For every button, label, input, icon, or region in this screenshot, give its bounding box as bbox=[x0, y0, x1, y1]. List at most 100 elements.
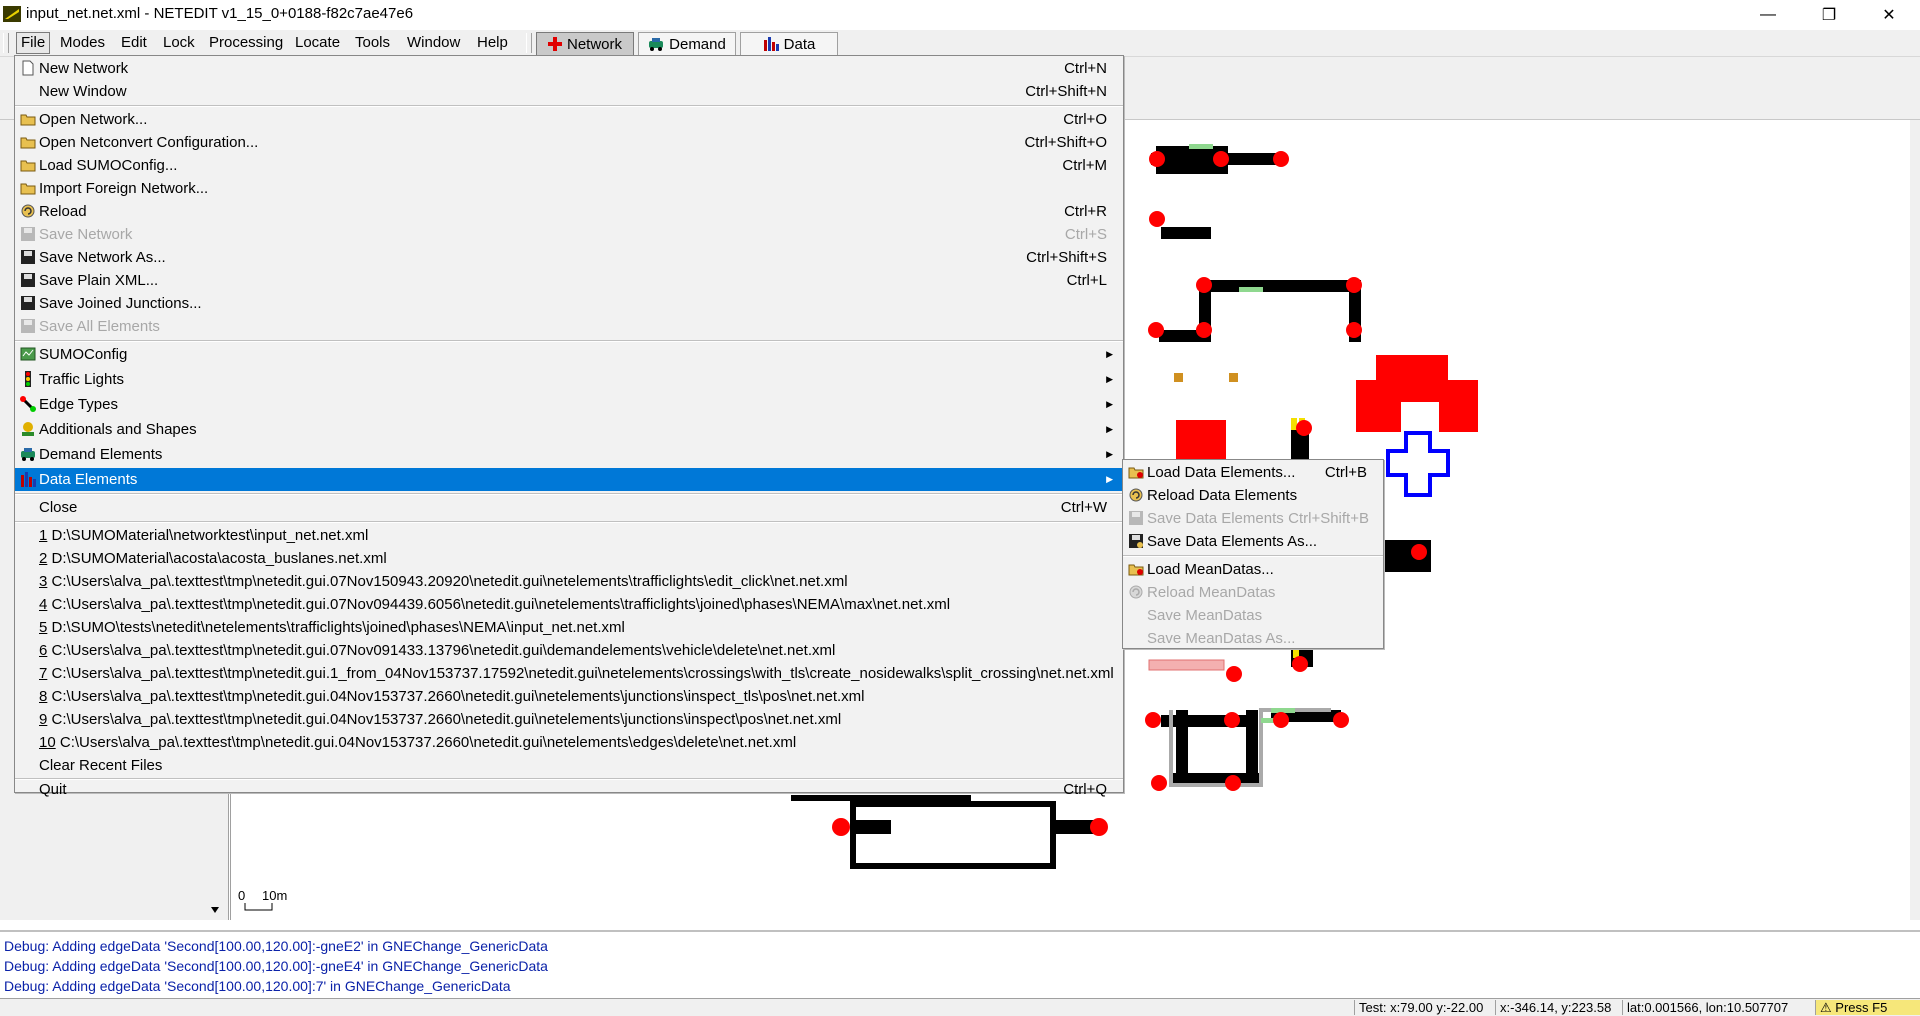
canvas-vertical-scrollbar[interactable] bbox=[1910, 120, 1920, 920]
menu-item-new-window[interactable]: New Window Ctrl+Shift+N bbox=[15, 80, 1123, 103]
save-icon bbox=[21, 273, 35, 287]
menu-item-load-sumoconfig[interactable]: Load SUMOConfig... Ctrl+M bbox=[15, 154, 1123, 177]
message-window: Debug: Adding edgeData 'Second[100.00,12… bbox=[0, 930, 1920, 1000]
menu-item-sumoconfig[interactable]: SUMOConfig ▶ bbox=[15, 343, 1123, 366]
menu-item-close[interactable]: Close Ctrl+W bbox=[15, 496, 1123, 519]
close-window-button[interactable]: ✕ bbox=[1866, 0, 1912, 30]
menu-item-demand-elements[interactable]: Demand Elements ▶ bbox=[15, 443, 1123, 466]
junction bbox=[1292, 656, 1308, 672]
submenu-arrow-icon: ▶ bbox=[1106, 374, 1113, 384]
junction bbox=[1213, 151, 1229, 167]
menu-window[interactable]: Window bbox=[403, 33, 464, 53]
polygon-cutout bbox=[1401, 402, 1439, 432]
junction bbox=[1148, 322, 1164, 338]
menu-item-label: Load SUMOConfig... bbox=[39, 157, 178, 174]
menu-item-open-netconvert-config[interactable]: Open Netconvert Configuration... Ctrl+Sh… bbox=[15, 131, 1123, 154]
recent-file-4[interactable]: 4 C:\Users\alva_pa\.texttest\tmp\netedit… bbox=[15, 593, 1123, 616]
submenu-arrow-icon: ▶ bbox=[1106, 449, 1113, 459]
menubar-grip-2 bbox=[526, 33, 532, 53]
menu-item-reload-data-elements[interactable]: Reload Data Elements bbox=[1123, 484, 1383, 507]
menu-edit[interactable]: Edit bbox=[117, 33, 151, 53]
menu-tools[interactable]: Tools bbox=[351, 33, 394, 53]
menu-item-save-network: Save Network Ctrl+S bbox=[15, 223, 1123, 246]
recent-file-1[interactable]: 1 D:\SUMOMaterial\networktest\input_net.… bbox=[15, 524, 1123, 547]
status-xy: x:-346.14, y:223.58 bbox=[1495, 1000, 1620, 1015]
recent-file-path: C:\Users\alva_pa\.texttest\tmp\netedit.g… bbox=[51, 711, 842, 728]
menu-file[interactable]: File bbox=[16, 32, 51, 54]
network-edge bbox=[1161, 715, 1255, 727]
network-edge bbox=[1161, 227, 1211, 239]
recent-file-number: 8 bbox=[39, 688, 48, 705]
recent-file-number: 9 bbox=[39, 711, 48, 728]
recent-file-path: C:\Users\alva_pa\.texttest\tmp\netedit.g… bbox=[51, 596, 951, 613]
junction bbox=[1346, 277, 1362, 293]
recent-file-3[interactable]: 3 C:\Users\alva_pa\.texttest\tmp\netedit… bbox=[15, 570, 1123, 593]
junction bbox=[1346, 322, 1362, 338]
menu-item-edge-types[interactable]: Edge Types ▶ bbox=[15, 393, 1123, 416]
menu-item-load-meandatas[interactable]: Load MeanDatas... bbox=[1123, 558, 1383, 581]
menu-item-import-foreign-network[interactable]: Import Foreign Network... bbox=[15, 177, 1123, 200]
save-icon bbox=[21, 227, 35, 241]
junction bbox=[1296, 420, 1312, 436]
menu-item-shortcut: Ctrl+O bbox=[1063, 111, 1107, 128]
menu-item-label: Open Network... bbox=[39, 111, 148, 128]
network-cross-icon bbox=[547, 37, 562, 51]
menu-locate[interactable]: Locate bbox=[291, 33, 344, 53]
recent-file-9[interactable]: 9 C:\Users\alva_pa\.texttest\tmp\netedit… bbox=[15, 708, 1123, 731]
menu-lock[interactable]: Lock bbox=[159, 33, 199, 53]
junction bbox=[1226, 666, 1242, 682]
menu-item-quit[interactable]: Quit Ctrl+Q bbox=[15, 768, 1123, 798]
menu-item-open-network[interactable]: Open Network... Ctrl+O bbox=[15, 108, 1123, 131]
menu-item-reload[interactable]: Reload Ctrl+R bbox=[15, 200, 1123, 223]
menu-item-shortcut: Ctrl+Q bbox=[1063, 781, 1107, 798]
menu-item-label: New Window bbox=[39, 83, 127, 100]
menu-processing[interactable]: Processing bbox=[205, 33, 287, 53]
recent-file-number: 10 bbox=[39, 734, 56, 751]
menu-item-label: Traffic Lights bbox=[39, 371, 125, 388]
restore-button[interactable]: ❐ bbox=[1806, 0, 1852, 30]
menu-item-label: Close bbox=[39, 499, 78, 516]
menu-item-save-network-as[interactable]: Save Network As... Ctrl+Shift+S bbox=[15, 246, 1123, 269]
debug-message: Debug: Adding edgeData 'Second[100.00,12… bbox=[4, 978, 511, 994]
menu-item-save-all-elements: Save All Elements bbox=[15, 315, 1123, 338]
reload-icon bbox=[21, 204, 35, 218]
menu-item-save-data-elements-as[interactable]: Save Data Elements As... bbox=[1123, 530, 1383, 553]
additionals-icon bbox=[22, 422, 34, 436]
recent-file-8[interactable]: 8 C:\Users\alva_pa\.texttest\tmp\netedit… bbox=[15, 685, 1123, 708]
menu-item-save-meandatas: Save MeanDatas bbox=[1123, 604, 1383, 627]
menu-item-shortcut: Ctrl+N bbox=[1064, 60, 1107, 77]
menu-item-additionals-and-shapes[interactable]: Additionals and Shapes ▶ bbox=[15, 418, 1123, 441]
status-badge[interactable]: ⚠ Press F5 bbox=[1815, 1000, 1920, 1015]
menu-help[interactable]: Help bbox=[473, 33, 512, 53]
minimize-button[interactable]: — bbox=[1745, 0, 1791, 30]
data-bars-icon bbox=[763, 37, 779, 51]
save-icon bbox=[1129, 534, 1143, 548]
junction bbox=[1151, 775, 1167, 791]
network-mode-button[interactable]: Network bbox=[536, 32, 634, 56]
menu-item-traffic-lights[interactable]: Traffic Lights ▶ bbox=[15, 368, 1123, 391]
lane-marker bbox=[1189, 144, 1213, 149]
menu-separator bbox=[15, 340, 1123, 342]
menu-item-load-data-elements[interactable]: Load Data Elements... Ctrl+B bbox=[1123, 461, 1383, 484]
menu-item-save-joined-junctions[interactable]: Save Joined Junctions... bbox=[15, 292, 1123, 315]
data-mode-button[interactable]: Data bbox=[740, 32, 838, 56]
demand-mode-button[interactable]: Demand bbox=[638, 32, 736, 56]
menu-modes[interactable]: Modes bbox=[56, 33, 109, 53]
menu-item-save-plain-xml[interactable]: Save Plain XML... Ctrl+L bbox=[15, 269, 1123, 292]
junction bbox=[832, 818, 850, 836]
recent-file-5[interactable]: 5 D:\SUMO\tests\netedit\netelements\traf… bbox=[15, 616, 1123, 639]
network-mode-label: Network bbox=[566, 35, 622, 53]
menu-item-label: Save MeanDatas bbox=[1147, 607, 1263, 624]
scroll-down-arrow-icon[interactable] bbox=[209, 905, 221, 915]
open-folder-icon bbox=[1128, 564, 1144, 576]
recent-file-6[interactable]: 6 C:\Users\alva_pa\.texttest\tmp\netedit… bbox=[15, 639, 1123, 662]
warning-icon: ⚠ bbox=[1820, 1000, 1836, 1015]
edge-types-icon bbox=[20, 396, 36, 412]
recent-file-2[interactable]: 2 D:\SUMOMaterial\acosta\acosta_buslanes… bbox=[15, 547, 1123, 570]
demand-mode-label: Demand bbox=[669, 35, 726, 53]
menu-item-data-elements[interactable]: Data Elements ▶ bbox=[15, 468, 1123, 491]
recent-file-10[interactable]: 10 C:\Users\alva_pa\.texttest\tmp\netedi… bbox=[15, 731, 1123, 754]
menu-item-new-network[interactable]: New Network Ctrl+N bbox=[15, 57, 1123, 80]
selected-cross-shape bbox=[1386, 431, 1450, 497]
recent-file-7[interactable]: 7 C:\Users\alva_pa\.texttest\tmp\netedit… bbox=[15, 662, 1123, 685]
